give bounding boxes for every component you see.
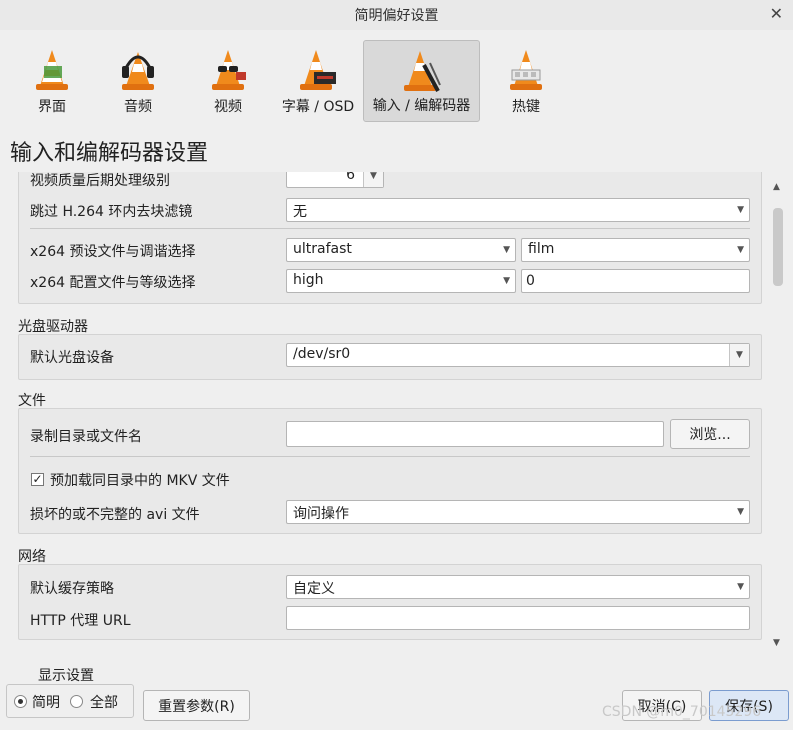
reset-button[interactable]: 重置参数(R) xyxy=(143,690,250,721)
chevron-down-icon: ▼ xyxy=(503,276,510,286)
postproc-spinbox[interactable]: 6 ▼ xyxy=(286,172,384,188)
x264-preset-select[interactable]: ultrafast ▼ xyxy=(286,238,516,262)
chevron-down-icon[interactable]: ▼ xyxy=(363,172,383,187)
show-settings-label: 显示设置 xyxy=(38,668,94,684)
skip-loop-filter-value: 无 xyxy=(293,204,307,220)
x264-tune-select[interactable]: film ▼ xyxy=(521,238,750,262)
simple-radio[interactable] xyxy=(14,695,27,708)
optical-device-combo[interactable]: /dev/sr0 ▼ xyxy=(286,343,750,367)
x264-level-value: 0 xyxy=(526,273,535,289)
tab-subtitles[interactable]: 字幕 / OSD xyxy=(276,40,360,122)
x264-level-input[interactable]: 0 xyxy=(521,269,750,293)
x264-tune-value: film xyxy=(528,241,555,257)
scrollbar-thumb[interactable] xyxy=(773,208,783,286)
http-proxy-label: HTTP 代理 URL xyxy=(30,613,131,629)
all-radio[interactable] xyxy=(70,695,83,708)
close-icon[interactable]: ✕ xyxy=(770,4,783,23)
cache-policy-value: 自定义 xyxy=(293,581,335,597)
x264-profile-select[interactable]: high ▼ xyxy=(286,269,516,293)
tab-video[interactable]: 视频 xyxy=(186,40,270,122)
tab-interface[interactable]: 界面 xyxy=(10,40,94,122)
avi-repair-select[interactable]: 询问操作 ▼ xyxy=(286,500,750,524)
x264-preset-label: x264 预设文件与调谐选择 xyxy=(30,244,196,260)
avi-repair-label: 损坏的或不完整的 avi 文件 xyxy=(30,507,200,523)
cone-subtitle-icon xyxy=(300,50,336,90)
cache-policy-select[interactable]: 自定义 ▼ xyxy=(286,575,750,599)
chevron-down-icon: ▼ xyxy=(737,507,744,517)
avi-repair-value: 询问操作 xyxy=(293,506,349,522)
cone-interface-icon xyxy=(36,50,68,90)
optical-group-label: 光盘驱动器 xyxy=(18,319,88,335)
browse-button[interactable]: 浏览... xyxy=(670,419,750,449)
tab-audio[interactable]: 音频 xyxy=(96,40,180,122)
window-title: 简明偏好设置 xyxy=(354,8,439,24)
divider xyxy=(30,456,750,457)
cone-hotkeys-icon xyxy=(510,50,542,90)
vertical-scrollbar[interactable]: ▲ ▼ xyxy=(771,180,785,652)
chevron-down-icon: ▼ xyxy=(737,582,744,592)
cone-headphones-icon xyxy=(122,52,154,90)
chevron-down-icon[interactable]: ▼ xyxy=(729,344,749,366)
settings-scroll-area[interactable]: 视频质量后期处理级别 6 ▼ 跳过 H.264 环内去块滤镜 无 ▼ x264 … xyxy=(0,172,770,650)
network-group-label: 网络 xyxy=(18,549,46,565)
chevron-down-icon: ▼ xyxy=(737,245,744,255)
scroll-down-icon[interactable]: ▼ xyxy=(773,638,780,648)
record-dir-input[interactable] xyxy=(286,421,664,447)
chevron-down-icon: ▼ xyxy=(503,245,510,255)
tab-hotkeys-label: 热键 xyxy=(512,99,540,115)
tab-interface-label: 界面 xyxy=(38,99,66,115)
cache-policy-label: 默认缓存策略 xyxy=(30,581,114,597)
tab-input-codecs-label: 输入 / 编解码器 xyxy=(372,98,471,114)
tab-subtitles-label: 字幕 / OSD xyxy=(281,99,355,115)
optical-device-value: /dev/sr0 xyxy=(293,346,351,362)
simple-label: 简明 xyxy=(32,695,60,711)
optical-device-label: 默认光盘设备 xyxy=(30,350,114,366)
tab-video-label: 视频 xyxy=(214,99,242,115)
mkv-preload-label: 预加载同目录中的 MKV 文件 xyxy=(50,473,230,489)
postproc-label: 视频质量后期处理级别 xyxy=(30,173,170,189)
watermark-text: CSDN @m0_70145296 xyxy=(602,704,762,720)
tab-input-codecs[interactable]: 输入 / 编解码器 xyxy=(363,40,480,122)
record-dir-label: 录制目录或文件名 xyxy=(30,429,142,445)
cone-glasses-icon xyxy=(212,50,246,90)
tab-audio-label: 音频 xyxy=(124,99,152,115)
category-toolbar: 界面 音频 视频 字幕 / OSD 输入 / 编解码器 热键 xyxy=(0,30,793,125)
files-group-label: 文件 xyxy=(18,393,46,409)
page-title: 输入和编解码器设置 xyxy=(10,141,209,166)
x264-preset-value: ultrafast xyxy=(293,241,352,257)
scroll-up-icon[interactable]: ▲ xyxy=(773,182,780,192)
postproc-value: 6 xyxy=(346,172,355,183)
window-titlebar: 简明偏好设置 ✕ xyxy=(0,0,793,30)
skip-loop-filter-label: 跳过 H.264 环内去块滤镜 xyxy=(30,204,193,220)
x264-profile-value: high xyxy=(293,272,324,288)
http-proxy-input[interactable] xyxy=(286,606,750,630)
show-settings-group: 简明 全部 xyxy=(6,684,134,718)
mkv-preload-checkbox[interactable]: ✓ xyxy=(31,473,44,486)
x264-profile-label: x264 配置文件与等级选择 xyxy=(30,275,196,291)
chevron-down-icon: ▼ xyxy=(737,205,744,215)
cone-codec-icon xyxy=(403,51,441,92)
all-label: 全部 xyxy=(90,695,118,711)
divider xyxy=(30,228,750,229)
tab-hotkeys[interactable]: 热键 xyxy=(484,40,568,122)
skip-loop-filter-select[interactable]: 无 ▼ xyxy=(286,198,750,222)
